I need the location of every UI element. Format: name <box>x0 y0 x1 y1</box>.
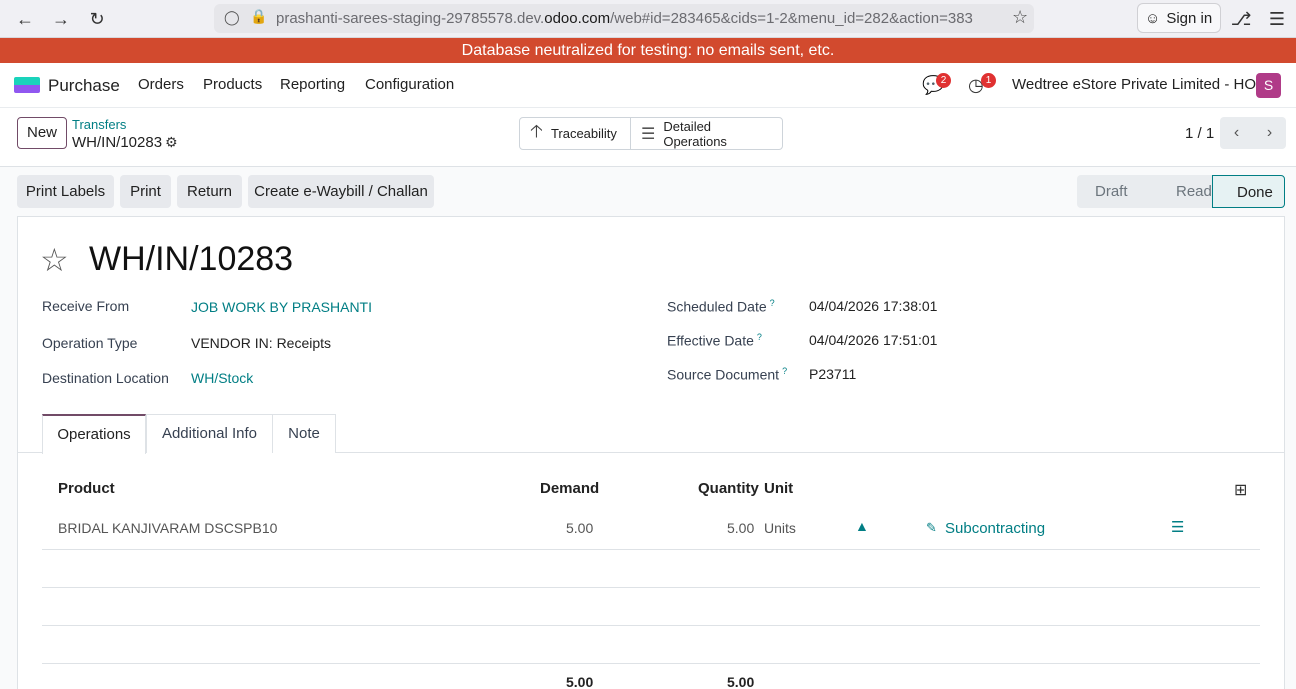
record-title: WH/IN/10283 <box>89 240 294 278</box>
operation-type-label: Operation Type <box>42 335 138 351</box>
row-quantity[interactable]: 5.00 <box>727 520 754 536</box>
details-list-icon[interactable]: ☰ <box>1171 518 1184 536</box>
create-ewaybill-button[interactable]: Create e-Waybill / Challan <box>248 175 434 208</box>
bookmark-star-icon[interactable]: ☆ <box>1008 7 1029 28</box>
source-document-value[interactable]: P23711 <box>809 366 856 382</box>
pager-value[interactable]: 1 / 1 <box>1185 125 1214 142</box>
operation-type-value[interactable]: VENDOR IN: Receipts <box>191 335 331 351</box>
gear-icon[interactable]: ⚙ <box>165 134 178 151</box>
destination-value[interactable]: WH/Stock <box>191 370 253 386</box>
effective-date-value[interactable]: 04/04/2026 17:51:01 <box>809 332 937 348</box>
breadcrumb-current: WH/IN/10283 <box>72 134 163 151</box>
extensions-icon[interactable]: ⎇ <box>1228 6 1254 32</box>
smart-buttons: 🡡 Traceability ☰ Detailed Operations <box>519 117 783 150</box>
subcontracting-link[interactable]: Subcontracting <box>945 520 1045 537</box>
detailed-operations-button[interactable]: ☰ Detailed Operations <box>630 118 782 149</box>
detailed-operations-label: Detailed Operations <box>663 118 727 149</box>
stage-ready[interactable]: Ready <box>1142 175 1219 208</box>
user-avatar[interactable]: S <box>1256 73 1281 98</box>
total-demand: 5.00 <box>566 674 594 689</box>
traceability-button[interactable]: 🡡 Traceability <box>520 118 630 149</box>
new-button[interactable]: New <box>17 117 67 149</box>
lock-icon: 🔒 <box>250 8 268 24</box>
row-divider <box>42 625 1260 626</box>
favorite-star-icon[interactable]: ☆ <box>40 244 69 276</box>
column-quantity[interactable]: Quantity <box>698 480 759 497</box>
scheduled-date-label: Scheduled Date? <box>667 298 775 315</box>
source-document-label: Source Document? <box>667 366 788 383</box>
total-quantity: 5.00 <box>727 674 755 689</box>
menu-configuration[interactable]: Configuration <box>365 76 454 93</box>
menu-reporting[interactable]: Reporting <box>280 76 345 93</box>
row-unit[interactable]: Units <box>764 520 796 536</box>
purchase-app-icon[interactable] <box>14 77 40 93</box>
shield-icon: ◯ <box>224 9 240 25</box>
tab-note[interactable]: Note <box>272 414 336 453</box>
tab-additional-info[interactable]: Additional Info <box>146 414 273 453</box>
row-demand[interactable]: 5.00 <box>566 520 593 536</box>
messages-badge: 2 <box>936 73 951 88</box>
column-demand[interactable]: Demand <box>540 480 599 497</box>
address-bar[interactable]: ◯ 🔒 prashanti-sarees-staging-29785578.de… <box>214 4 1034 33</box>
browser-toolbar: ← → ↻ ◯ 🔒 prashanti-sarees-staging-29785… <box>0 0 1296 38</box>
company-switcher[interactable]: Wedtree eStore Private Limited - HO <box>1012 76 1256 93</box>
breadcrumb-transfers[interactable]: Transfers <box>72 117 126 132</box>
sign-in-label: Sign in <box>1166 9 1213 27</box>
account-icon: ☺ <box>1145 9 1161 27</box>
menu-products[interactable]: Products <box>203 76 262 93</box>
neutralized-banner: Database neutralized for testing: no ema… <box>0 38 1296 63</box>
receive-from-value[interactable]: JOB WORK BY PRASHANTI <box>191 299 372 315</box>
action-bar: Print Labels Print Return Create e-Waybi… <box>0 167 1296 217</box>
effective-date-label: Effective Date? <box>667 332 762 349</box>
back-icon[interactable]: ← <box>12 6 38 32</box>
stage-draft[interactable]: Draft <box>1077 175 1142 208</box>
tab-operations[interactable]: Operations <box>42 414 146 454</box>
pager-next-icon[interactable]: › <box>1253 117 1286 149</box>
traceability-label: Traceability <box>550 126 617 141</box>
scheduled-date-value[interactable]: 04/04/2026 17:38:01 <box>809 298 937 314</box>
stage-done[interactable]: Done <box>1212 175 1285 208</box>
pager-previous-icon[interactable]: ‹ <box>1220 117 1253 149</box>
status-bar: Draft Ready Done <box>1077 175 1285 208</box>
url-text: prashanti-sarees-staging-29785578.dev.od… <box>276 10 973 27</box>
sign-in-button[interactable]: ☺ Sign in <box>1137 3 1221 33</box>
menu-orders[interactable]: Orders <box>138 76 184 93</box>
print-button[interactable]: Print <box>120 175 171 208</box>
destination-label: Destination Location <box>42 370 169 386</box>
return-button[interactable]: Return <box>177 175 242 208</box>
activities-badge: 1 <box>981 73 996 88</box>
forecast-chart-icon[interactable]: ▲ <box>855 518 869 534</box>
forward-icon[interactable]: → <box>48 6 74 32</box>
pencil-icon: ✎ <box>926 520 937 535</box>
row-divider <box>42 663 1260 664</box>
control-panel: New Transfers WH/IN/10283 ⚙ 🡡 Traceabili… <box>0 107 1296 167</box>
optional-columns-icon[interactable]: ⊞ <box>1234 480 1247 500</box>
app-name[interactable]: Purchase <box>48 76 120 96</box>
print-labels-button[interactable]: Print Labels <box>17 175 114 208</box>
arrow-up-icon: 🡡 <box>530 120 543 141</box>
menu-icon[interactable]: ☰ <box>1264 6 1290 32</box>
column-product[interactable]: Product <box>58 480 115 497</box>
column-unit[interactable]: Unit <box>764 480 793 497</box>
row-divider <box>42 549 1260 550</box>
list-icon: ☰ <box>641 125 656 143</box>
row-product[interactable]: BRIDAL KANJIVARAM DSCSPB10 <box>58 520 277 536</box>
main-navbar: Purchase Orders Products Reporting Confi… <box>0 63 1296 107</box>
receive-from-label: Receive From <box>42 298 130 314</box>
row-divider <box>42 587 1260 588</box>
reload-icon[interactable]: ↻ <box>84 6 110 32</box>
